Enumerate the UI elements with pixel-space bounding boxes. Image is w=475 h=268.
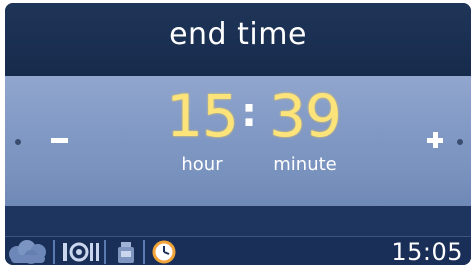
status-bar: 15:05 <box>5 236 471 265</box>
minute-field[interactable]: 39 minute <box>257 82 353 194</box>
current-time: 15:05 <box>391 238 463 265</box>
oven-display: end time 15 hour : 39 minute 15:05 <box>5 3 471 265</box>
scroll-left-dot <box>15 139 21 145</box>
page-title: end time <box>169 17 307 52</box>
increase-button[interactable] <box>411 114 459 162</box>
time-separator: : <box>241 90 257 136</box>
minute-value: 39 <box>269 82 342 150</box>
icon-divider <box>104 240 106 264</box>
heat-mode-button[interactable] <box>60 239 102 265</box>
lower-band <box>5 206 471 236</box>
steam-button[interactable] <box>7 239 51 265</box>
time-setting-panel: 15 hour : 39 minute <box>5 76 471 206</box>
decrease-button[interactable] <box>39 114 87 162</box>
hour-field[interactable]: 15 hour <box>161 82 243 194</box>
oven-heat-icon <box>63 242 99 262</box>
timer-button[interactable] <box>150 239 178 265</box>
minute-label: minute <box>273 154 337 175</box>
header-bar: end time <box>5 3 471 76</box>
steam-cloud-icon <box>9 240 46 264</box>
hour-value: 15 <box>166 82 239 150</box>
timer-clock-icon <box>152 240 176 264</box>
hour-label: hour <box>181 154 223 175</box>
weight-jar-icon <box>118 242 134 263</box>
weight-button[interactable] <box>115 239 137 265</box>
icon-divider <box>53 240 55 264</box>
icon-divider <box>143 240 145 264</box>
